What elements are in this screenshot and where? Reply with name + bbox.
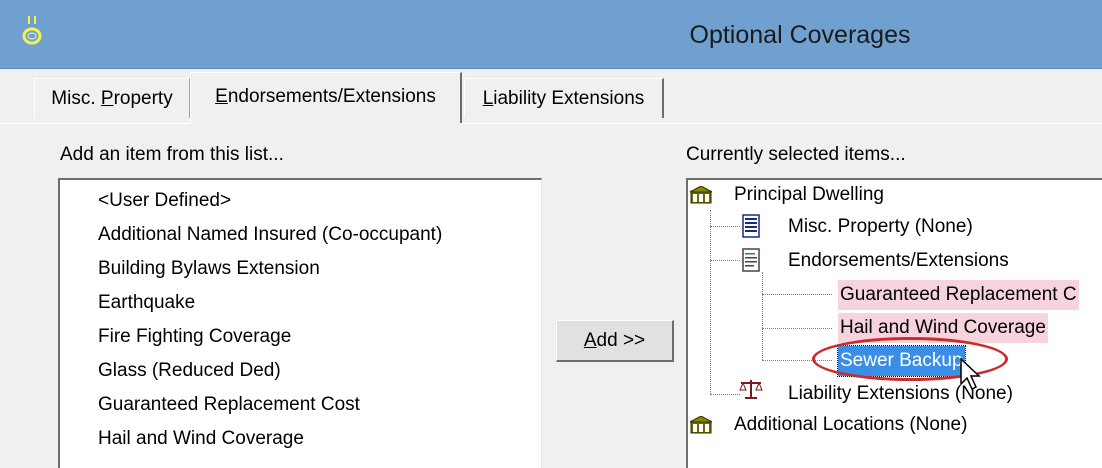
tree-connector xyxy=(710,394,740,395)
mouse-pointer-icon xyxy=(960,358,981,391)
tab-label: Misc. Property xyxy=(51,88,173,109)
tab-liability-extensions[interactable]: Liability Extensions xyxy=(464,78,664,118)
tree-node-misc-property[interactable]: Misc. Property (None) xyxy=(788,212,973,242)
tree-connector xyxy=(710,260,740,261)
tree-connector xyxy=(762,328,832,329)
tab-label: Endorsements/Extensions xyxy=(215,86,436,107)
tree-connector xyxy=(710,226,740,227)
tree-connector xyxy=(762,272,763,360)
tab-divider-gap xyxy=(190,123,462,125)
list-item[interactable]: Building Bylaws Extension xyxy=(98,252,320,286)
list-item[interactable]: Hail and Wind Coverage xyxy=(98,422,304,456)
buildings-icon xyxy=(690,186,712,204)
list-item[interactable]: Fire Fighting Coverage xyxy=(98,320,291,354)
list-item[interactable]: Earthquake xyxy=(98,286,195,320)
ring-icon xyxy=(22,16,42,45)
scales-icon xyxy=(739,380,763,399)
tab-misc-property[interactable]: Misc. Property xyxy=(34,78,190,118)
add-button[interactable]: Add >> xyxy=(556,320,674,362)
add-button-label: Add >> xyxy=(583,330,646,351)
selected-tree-label: Currently selected items... xyxy=(686,144,906,165)
tree-node-additional-locations[interactable]: Additional Locations (None) xyxy=(734,410,967,440)
tree-node-principal-dwelling[interactable]: Principal Dwelling xyxy=(734,180,884,210)
window-titlebar[interactable]: Optional Coverages xyxy=(0,0,1102,69)
tree-connector xyxy=(710,210,711,394)
window-title: Optional Coverages xyxy=(689,21,911,49)
tab-endorsements-extensions[interactable]: Endorsements/Extensions xyxy=(190,72,462,124)
document-icon xyxy=(742,248,760,272)
tree-node-guaranteed-replacement[interactable]: Guaranteed Replacement C xyxy=(838,280,1079,310)
list-item[interactable]: Guaranteed Replacement Cost xyxy=(98,388,360,422)
tab-divider xyxy=(0,123,1102,124)
selected-items-tree[interactable]: Principal Dwelling Misc. Property (None)… xyxy=(686,178,1102,468)
list-item[interactable]: <User Defined> xyxy=(98,184,231,218)
available-list-label: Add an item from this list... xyxy=(60,144,284,165)
tab-label: Liability Extensions xyxy=(482,88,645,109)
list-document-icon xyxy=(742,214,760,238)
tree-connector xyxy=(762,294,832,295)
buildings-icon xyxy=(690,416,712,434)
list-item[interactable]: Glass (Reduced Ded) xyxy=(98,354,281,388)
available-items-list[interactable]: <User Defined> Additional Named Insured … xyxy=(58,178,542,468)
list-item[interactable]: Additional Named Insured (Co-occupant) xyxy=(98,218,442,252)
tree-node-endorsements[interactable]: Endorsements/Extensions xyxy=(788,246,1009,276)
